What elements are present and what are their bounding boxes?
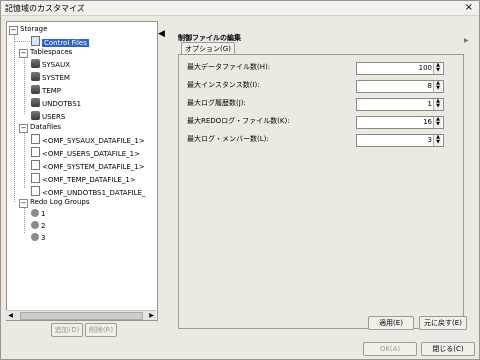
tree-node-redo-group[interactable]: 3 (31, 233, 45, 244)
tree-node-storage[interactable]: − Storage (9, 24, 47, 35)
tablespace-icon (31, 72, 40, 81)
add-button[interactable]: 追加(D) (51, 323, 83, 337)
redo-group-icon (31, 233, 39, 241)
tablespace-icon (31, 59, 40, 68)
title-bar: 記憶域のカスタマイズ × (1, 1, 479, 16)
tablespace-icon (31, 111, 40, 120)
max-log-members-spinner[interactable]: 3 ▲ ▼ (356, 134, 444, 147)
tree-node-label: USERS (42, 113, 66, 121)
close-button[interactable]: 閉じる(C) (421, 342, 475, 356)
file-icon (31, 160, 40, 170)
max-redo-logfiles-spinner[interactable]: 16 ▲ ▼ (356, 116, 444, 129)
tree-node-label: <OMF_USERS_DATAFILE_1> (42, 150, 141, 158)
tree-node-tablespaces[interactable]: − Tablespaces (19, 47, 72, 58)
tree-node-label: TEMP (42, 87, 61, 95)
tree-node-datafiles[interactable]: − Datafiles (19, 122, 61, 133)
scroll-right-icon[interactable]: ▶ (464, 37, 471, 44)
param-value: 16 (423, 118, 432, 126)
storage-tree[interactable]: − Storage Control Files − Tablespaces SY… (6, 21, 158, 321)
tablespace-icon (31, 85, 40, 94)
tree-node-tablespace[interactable]: SYSAUX (31, 59, 70, 70)
file-icon (31, 147, 40, 157)
tree-node-datafile[interactable]: <OMF_SYSTEM_DATAFILE_1> (31, 160, 145, 171)
tree-node-control-files[interactable]: Control Files (31, 36, 89, 47)
close-icon[interactable]: × (465, 2, 473, 14)
tree-node-label: 2 (41, 222, 46, 230)
max-instances-spinner[interactable]: 8 ▲ ▼ (356, 80, 444, 93)
redo-group-icon (31, 209, 39, 217)
tree-node-label: Tablespaces (30, 48, 73, 56)
max-log-history-spinner[interactable]: 1 ▲ ▼ (356, 98, 444, 111)
tree-node-label: <OMF_SYSTEM_DATAFILE_1> (42, 163, 145, 171)
spinner-icon[interactable]: ▲ ▼ (433, 63, 442, 74)
tree-node-label: 3 (41, 234, 46, 242)
param-label: 最大REDOログ・ファイル数(K): (187, 117, 290, 125)
tree-node-redo-group[interactable]: 2 (31, 221, 45, 232)
redo-group-icon (31, 221, 39, 229)
tree-node-redo-group[interactable]: 1 (31, 209, 45, 220)
collapse-icon[interactable]: − (9, 26, 18, 35)
tree-node-tablespace[interactable]: SYSTEM (31, 72, 70, 83)
tree-node-label: Datafiles (30, 123, 62, 131)
collapse-icon[interactable]: − (19, 49, 28, 58)
tree-node-label: SYSAUX (42, 61, 70, 69)
tree-node-datafile[interactable]: <OMF_UNDOTBS1_DATAFILE_ (31, 186, 146, 197)
param-label: 最大ログ・メンバー数(L): (187, 135, 269, 143)
scroll-right-icon[interactable]: ▶ (147, 311, 156, 320)
tree-node-tablespace[interactable]: UNDOTBS1 (31, 98, 81, 109)
file-icon (31, 173, 40, 183)
tablespace-icon (31, 98, 40, 107)
spinner-icon[interactable]: ▲ ▼ (433, 99, 442, 110)
param-label: 最大インスタンス数(I): (187, 81, 260, 89)
param-value: 3 (427, 136, 432, 144)
revert-button[interactable]: 元に戻す(E) (419, 316, 467, 330)
tree-line (14, 33, 15, 202)
param-label: 最大データファイル数(H): (187, 63, 271, 71)
param-value: 100 (418, 64, 432, 72)
tree-node-datafile[interactable]: <OMF_SYSAUX_DATAFILE_1> (31, 134, 145, 145)
scroll-thumb[interactable] (20, 312, 143, 320)
param-value: 8 (427, 82, 432, 90)
tree-node-tablespace[interactable]: TEMP (31, 85, 61, 96)
tree-node-label: 1 (41, 210, 46, 218)
tree-node-label: <OMF_UNDOTBS1_DATAFILE_ (42, 189, 146, 197)
tree-node-datafile[interactable]: <OMF_TEMP_DATAFILE_1> (31, 173, 136, 184)
remove-button[interactable]: 削除(R) (85, 323, 117, 337)
control-file-icon (31, 36, 40, 46)
ok-button[interactable]: OK(A) (363, 342, 417, 356)
tree-line (14, 41, 32, 42)
tree-node-tablespace[interactable]: USERS (31, 111, 65, 122)
tree-node-redo-log-groups[interactable]: − Redo Log Groups (19, 197, 90, 208)
tree-node-label: <OMF_TEMP_DATAFILE_1> (42, 176, 136, 184)
splitter-collapse-icon[interactable]: ◀ (158, 29, 165, 39)
tree-node-label: <OMF_SYSAUX_DATAFILE_1> (42, 137, 145, 145)
param-label: 最大ログ履歴数(J): (187, 99, 246, 107)
scroll-left-icon[interactable]: ◀ (6, 311, 15, 320)
file-icon (31, 134, 40, 144)
customize-storage-window: 記憶域のカスタマイズ × − Storage Control Files − T… (0, 0, 480, 360)
tree-line (24, 52, 25, 114)
tree-node-label: Storage (20, 25, 48, 33)
options-panel: 最大データファイル数(H): 100 ▲ ▼ 最大インスタンス数(I): 8 ▲ ▼ 最… (178, 54, 464, 329)
max-datafiles-spinner[interactable]: 100 ▲ ▼ (356, 62, 444, 75)
window-title: 記憶域のカスタマイズ (5, 4, 85, 13)
spinner-icon[interactable]: ▲ ▼ (433, 117, 442, 128)
tree-node-label: Redo Log Groups (30, 198, 90, 206)
collapse-icon[interactable]: − (19, 199, 28, 208)
spinner-icon[interactable]: ▲ ▼ (433, 135, 442, 146)
tree-horizontal-scrollbar[interactable]: ◀ ▶ (6, 310, 156, 320)
param-value: 1 (427, 100, 432, 108)
tree-node-datafile[interactable]: <OMF_USERS_DATAFILE_1> (31, 147, 140, 158)
tree-line (24, 207, 25, 233)
file-icon (31, 186, 40, 196)
apply-button[interactable]: 適用(E) (368, 316, 414, 330)
tree-line (24, 133, 25, 188)
tree-node-label: Control Files (42, 39, 89, 47)
tree-node-label: UNDOTBS1 (42, 100, 82, 108)
collapse-icon[interactable]: − (19, 124, 28, 133)
tree-node-label: SYSTEM (42, 74, 70, 82)
spinner-icon[interactable]: ▲ ▼ (433, 81, 442, 92)
